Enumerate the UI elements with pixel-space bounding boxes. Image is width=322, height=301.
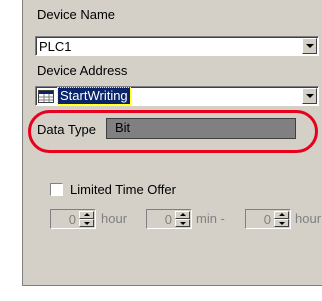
limited-time-offer-checkbox[interactable] (50, 183, 63, 196)
hour-spinner-value: 0 (68, 212, 76, 227)
device-name-dropdown-button[interactable] (302, 38, 317, 54)
device-name-combo[interactable]: PLC1 (35, 36, 319, 56)
hour2-spinner[interactable]: 0 (245, 209, 291, 229)
min-unit-label: min - (196, 211, 225, 226)
device-address-combo[interactable]: StartWriting (35, 86, 319, 106)
hour-spin-up-button[interactable] (79, 211, 94, 219)
min-spinner[interactable]: 0 (146, 209, 192, 229)
min-spinner-value: 0 (164, 212, 172, 227)
limited-time-offer-label: Limited Time Offer (70, 182, 176, 197)
min-spin-down-button[interactable] (175, 219, 190, 227)
highlight-oval (28, 110, 318, 153)
min-spin-up-button[interactable] (175, 211, 190, 219)
hour2-spinner-value: 0 (263, 212, 271, 227)
address-table-icon[interactable] (38, 90, 54, 103)
hour-spinner[interactable]: 0 (50, 209, 96, 229)
hour-unit-label: hour (101, 211, 128, 226)
device-address-value: StartWriting (57, 87, 131, 105)
hour2-spin-down-button[interactable] (274, 219, 289, 227)
device-name-value: PLC1 (39, 39, 72, 54)
device-address-dropdown-button[interactable] (302, 88, 317, 104)
hour2-unit-label: hour (295, 211, 322, 226)
device-address-label: Device Address (37, 63, 128, 78)
hour-spin-down-button[interactable] (79, 219, 94, 227)
hour2-spin-up-button[interactable] (274, 211, 289, 219)
device-name-label: Device Name (37, 7, 116, 22)
